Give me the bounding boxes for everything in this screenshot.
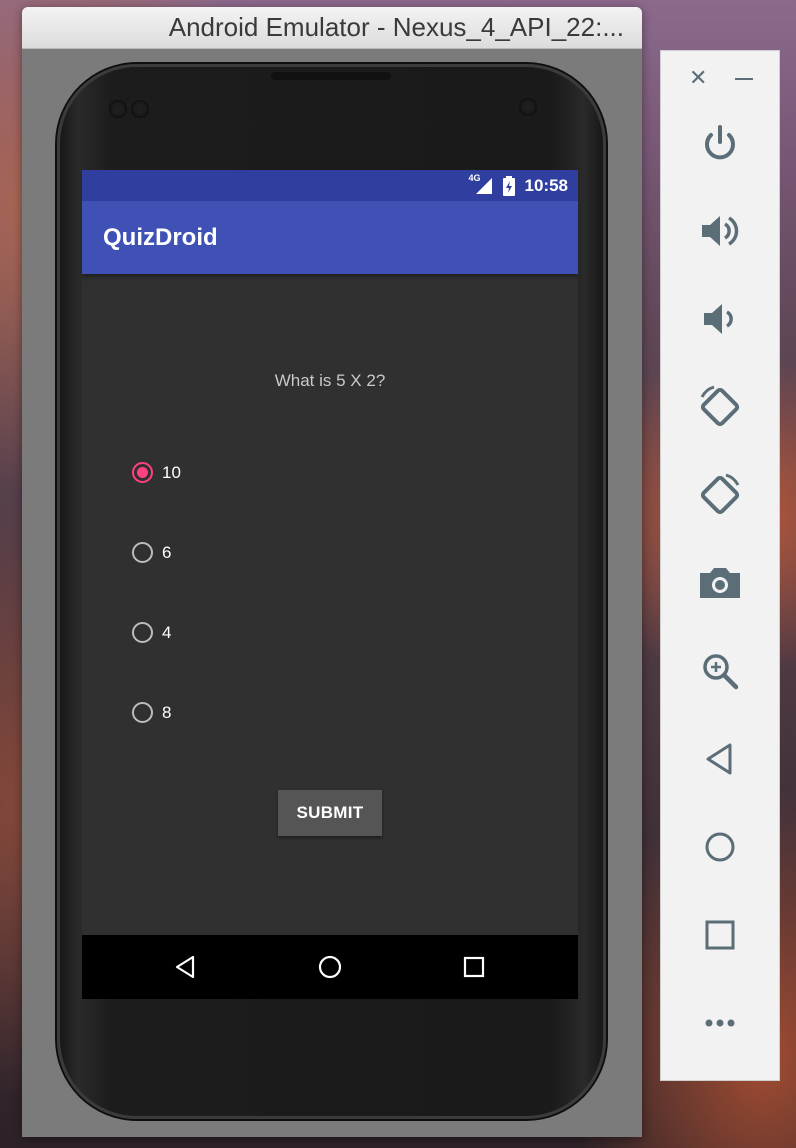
volume-up-icon[interactable] xyxy=(694,205,746,257)
phone-speaker xyxy=(271,72,391,80)
answer-label: 10 xyxy=(162,462,181,482)
radio-button-checked[interactable] xyxy=(132,462,153,483)
status-bar: 4G 10:58 xyxy=(82,170,578,201)
phone-sensor xyxy=(109,100,127,118)
radio-button[interactable] xyxy=(132,622,153,643)
question-text: What is 5 X 2? xyxy=(274,371,386,390)
answer-option-8[interactable]: 8 xyxy=(132,702,171,723)
emulator-title-bar[interactable]: Android Emulator - Nexus_4_API_22:... xyxy=(22,7,642,49)
navigation-bar xyxy=(82,935,578,999)
answer-label: 8 xyxy=(162,702,172,722)
more-icon[interactable] xyxy=(694,997,746,1049)
close-icon[interactable]: ✕ xyxy=(689,67,707,89)
emulator-window: Android Emulator - Nexus_4_API_22:... 4G xyxy=(22,7,642,1137)
phone-camera xyxy=(519,98,537,116)
home-icon[interactable] xyxy=(694,821,746,873)
back-icon[interactable] xyxy=(170,951,202,983)
signal-icon: 4G xyxy=(468,172,493,196)
answer-label: 4 xyxy=(162,622,172,642)
radio-button[interactable] xyxy=(132,702,153,723)
camera-icon[interactable] xyxy=(694,557,746,609)
emulator-side-panel: ✕ xyxy=(660,50,780,1081)
volume-down-icon[interactable] xyxy=(694,293,746,345)
home-icon[interactable] xyxy=(314,951,346,983)
rotate-right-icon[interactable] xyxy=(694,469,746,521)
phone-sensor xyxy=(131,100,149,118)
overview-icon[interactable] xyxy=(694,909,746,961)
zoom-icon[interactable] xyxy=(694,645,746,697)
power-icon[interactable] xyxy=(694,117,746,169)
answer-option-6[interactable]: 6 xyxy=(132,542,171,563)
battery-icon xyxy=(502,175,515,196)
app-bar: QuizDroid xyxy=(82,201,578,274)
answer-option-4[interactable]: 4 xyxy=(132,622,171,643)
radio-dot xyxy=(137,467,148,478)
status-time: 10:58 xyxy=(524,175,568,195)
network-type: 4G xyxy=(468,172,481,183)
emulator-window-title: Android Emulator - Nexus_4_API_22:... xyxy=(168,12,624,42)
submit-button[interactable]: SUBMIT xyxy=(278,790,382,836)
recents-icon[interactable] xyxy=(458,951,490,983)
device-screen: 4G 10:58 QuizDroid What is 5 X 2? 10 6 4… xyxy=(82,170,578,999)
back-icon[interactable] xyxy=(694,733,746,785)
radio-button[interactable] xyxy=(132,542,153,563)
rotate-left-icon[interactable] xyxy=(694,381,746,433)
answer-option-10[interactable]: 10 xyxy=(132,462,181,483)
app-title: QuizDroid xyxy=(103,223,218,251)
minimize-icon[interactable] xyxy=(735,78,753,80)
answer-label: 6 xyxy=(162,542,172,562)
side-panel-window-controls: ✕ xyxy=(661,63,779,93)
